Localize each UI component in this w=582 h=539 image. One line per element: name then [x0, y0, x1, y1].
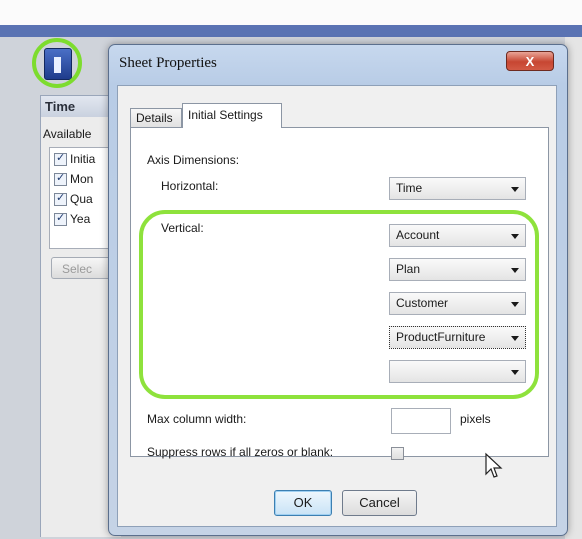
background-list-item[interactable]: Mon — [54, 171, 93, 190]
horizontal-dropdown[interactable]: Time — [389, 177, 526, 200]
tab-details[interactable]: Details — [130, 108, 182, 127]
checkbox-checked-icon[interactable] — [54, 211, 67, 227]
max-column-width-label: Max column width: — [147, 412, 247, 426]
axis-dimensions-label: Axis Dimensions: — [147, 153, 240, 167]
max-column-width-input[interactable] — [391, 408, 451, 434]
checkbox-checked-icon[interactable] — [54, 171, 67, 187]
checkbox-checked-icon[interactable] — [54, 191, 67, 207]
mouse-cursor-icon — [485, 452, 503, 478]
close-button[interactable]: X — [506, 51, 554, 71]
background-list-item[interactable]: Initia — [54, 151, 95, 170]
dialog-title: Sheet Properties — [119, 55, 217, 71]
initial-settings-page: Axis Dimensions: Horizontal: Time Vertic… — [130, 127, 549, 459]
ok-button[interactable]: OK — [274, 490, 332, 516]
background-panel-title: Time — [45, 99, 76, 114]
tab-initial-settings[interactable]: Initial Settings — [182, 103, 282, 128]
highlight-circle — [32, 38, 82, 88]
horizontal-dropdown-value: Time — [396, 181, 423, 195]
horizontal-label: Horizontal: — [161, 179, 219, 193]
pixels-label: pixels — [460, 412, 491, 426]
chevron-down-icon — [511, 187, 519, 192]
app-top-bar — [0, 0, 582, 25]
background-list-item[interactable]: Qua — [54, 191, 93, 210]
app-blue-band — [0, 25, 582, 37]
background-list-item[interactable]: Yea — [54, 211, 90, 230]
background-available-label: Available — [43, 127, 92, 141]
suppress-rows-label: Suppress rows if all zeros or blank: — [147, 445, 334, 459]
vertical-highlight-box — [139, 210, 539, 399]
cancel-button[interactable]: Cancel — [342, 490, 417, 516]
suppress-rows-checkbox[interactable] — [391, 447, 404, 460]
checkbox-checked-icon[interactable] — [54, 151, 67, 167]
